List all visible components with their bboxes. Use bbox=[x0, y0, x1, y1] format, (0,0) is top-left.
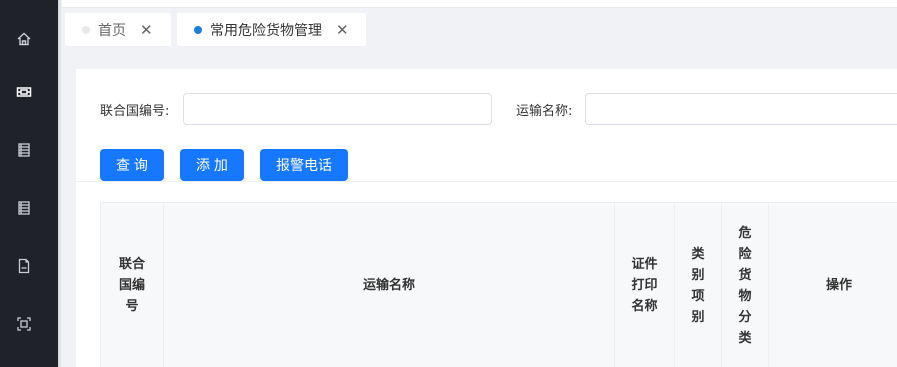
sidebar-shadow bbox=[58, 0, 62, 367]
header-label: 联合 国编 号 bbox=[118, 257, 145, 314]
column-header-print-name[interactable]: 证件 打印 名称 bbox=[615, 203, 675, 367]
sidebar bbox=[0, 0, 58, 367]
column-header-goods-category[interactable]: 危 险 货 物 分 类 bbox=[722, 203, 769, 367]
list-icon[interactable] bbox=[15, 199, 33, 217]
tab-home[interactable]: 首页 ✕ bbox=[65, 13, 171, 46]
add-button[interactable]: 添 加 bbox=[180, 149, 244, 181]
transport-name-input[interactable] bbox=[585, 93, 897, 125]
header-label: 操作 bbox=[825, 278, 852, 293]
top-header bbox=[62, 0, 897, 8]
table-header: 联合 国编 号 运输名称 证件 打印 名称 类 别 项 别 危 险 货 物 分 … bbox=[100, 202, 897, 367]
scan-icon[interactable] bbox=[15, 315, 33, 333]
column-header-class-division[interactable]: 类 别 项 别 bbox=[675, 203, 722, 367]
home-icon[interactable] bbox=[15, 30, 33, 48]
column-header-transport-name[interactable]: 运输名称 bbox=[164, 203, 615, 367]
tab-label: 首页 bbox=[98, 22, 126, 39]
column-header-un-number[interactable]: 联合 国编 号 bbox=[101, 203, 164, 367]
un-number-input[interactable] bbox=[183, 93, 492, 125]
list-icon[interactable] bbox=[15, 141, 33, 159]
tab-label: 常用危险货物管理 bbox=[210, 22, 322, 39]
close-icon[interactable]: ✕ bbox=[336, 21, 349, 39]
divider bbox=[76, 181, 897, 182]
header-label: 运输名称 bbox=[362, 278, 415, 293]
file-icon[interactable] bbox=[15, 257, 33, 275]
transport-name-label: 运输名称: bbox=[516, 104, 573, 119]
query-button[interactable]: 查 询 bbox=[100, 149, 164, 181]
tab-dangerous-goods[interactable]: 常用危险货物管理 ✕ bbox=[177, 13, 366, 46]
film-icon[interactable] bbox=[15, 83, 33, 101]
header-label: 证件 打印 名称 bbox=[631, 257, 658, 314]
un-number-label: 联合国编号: bbox=[100, 104, 170, 119]
header-label: 危 险 货 物 分 类 bbox=[738, 225, 752, 346]
alarm-phone-button[interactable]: 报警电话 bbox=[260, 149, 348, 181]
header-label: 类 别 项 别 bbox=[691, 246, 705, 325]
tab-status-dot bbox=[82, 25, 90, 34]
column-header-actions[interactable]: 操作 bbox=[769, 203, 897, 367]
tab-status-dot bbox=[194, 25, 202, 34]
close-icon[interactable]: ✕ bbox=[140, 21, 153, 39]
